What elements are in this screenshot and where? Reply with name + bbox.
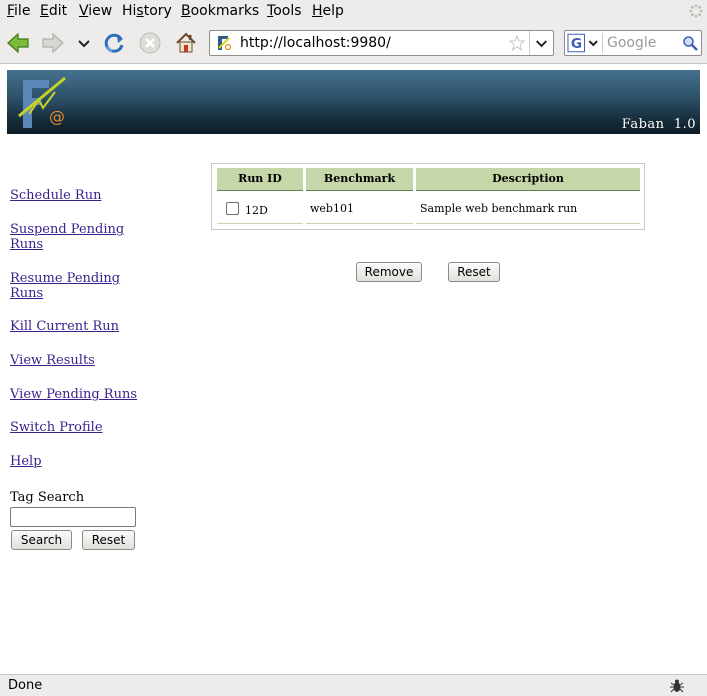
url-bar[interactable]: http://localhost:9980/ (209, 30, 554, 56)
menu-file[interactable]: File (7, 3, 30, 19)
column-header-run-id: Run ID (217, 168, 303, 191)
web-search-input[interactable]: Google (607, 35, 656, 51)
view-pending-runs-link[interactable]: View Pending Runs (10, 387, 150, 402)
view-results-link[interactable]: View Results (10, 353, 140, 368)
url-history-dropdown-icon[interactable] (529, 31, 553, 55)
url-text: http://localhost:9980/ (240, 35, 391, 51)
faban-banner: @ Faban 1.0 (7, 70, 700, 134)
menu-bookmarks[interactable]: Bookmarks (181, 3, 259, 19)
switch-profile-link[interactable]: Switch Profile (10, 420, 140, 435)
tag-search-button[interactable]: Search (11, 530, 72, 550)
column-header-benchmark: Benchmark (306, 168, 413, 191)
bug-icon[interactable] (669, 678, 685, 694)
run-select-checkbox[interactable] (226, 202, 239, 215)
column-header-description: Description (416, 168, 640, 191)
site-favicon-icon (218, 36, 232, 51)
svg-text:@: @ (49, 107, 65, 126)
tag-reset-button[interactable]: Reset (82, 530, 135, 550)
resume-pending-runs-link[interactable]: Resume Pending Runs (10, 271, 122, 301)
suspend-pending-runs-link[interactable]: Suspend Pending Runs (10, 222, 130, 252)
navigation-toolbar: http://localhost:9980/ G Google (0, 22, 707, 64)
forward-icon[interactable] (40, 30, 66, 56)
history-dropdown-icon[interactable] (74, 30, 94, 56)
tag-search-label: Tag Search (10, 490, 85, 505)
google-engine-icon[interactable]: G (567, 33, 603, 53)
throbber-icon (689, 4, 703, 18)
status-text: Done (8, 678, 43, 693)
menu-history[interactable]: History (122, 3, 172, 19)
reload-icon[interactable] (101, 30, 127, 56)
faban-logo-icon: @ (18, 76, 66, 128)
brand-version: Faban 1.0 (621, 117, 696, 132)
tag-search-input[interactable] (10, 507, 136, 527)
description-cell: Sample web benchmark run (416, 193, 640, 224)
stop-icon[interactable] (137, 30, 163, 56)
kill-current-run-link[interactable]: Kill Current Run (10, 319, 140, 334)
reset-button[interactable]: Reset (448, 262, 500, 282)
menu-bar: File Edit View History Bookmarks Tools H… (0, 0, 707, 22)
menu-edit[interactable]: Edit (40, 3, 67, 19)
web-search-bar[interactable]: G Google (564, 30, 702, 56)
back-icon[interactable] (5, 30, 31, 56)
benchmark-cell: web101 (306, 193, 413, 224)
schedule-run-link[interactable]: Schedule Run (10, 188, 140, 203)
menu-view[interactable]: View (79, 3, 112, 19)
remove-button[interactable]: Remove (356, 262, 422, 282)
magnifier-icon[interactable] (682, 35, 698, 51)
help-link[interactable]: Help (10, 454, 140, 469)
menu-tools[interactable]: Tools (267, 3, 302, 19)
status-bar: Done (0, 674, 707, 696)
home-icon[interactable] (173, 30, 199, 56)
menu-help[interactable]: Help (312, 3, 344, 19)
bookmark-star-icon[interactable] (509, 35, 525, 51)
svg-text:G: G (571, 36, 582, 52)
